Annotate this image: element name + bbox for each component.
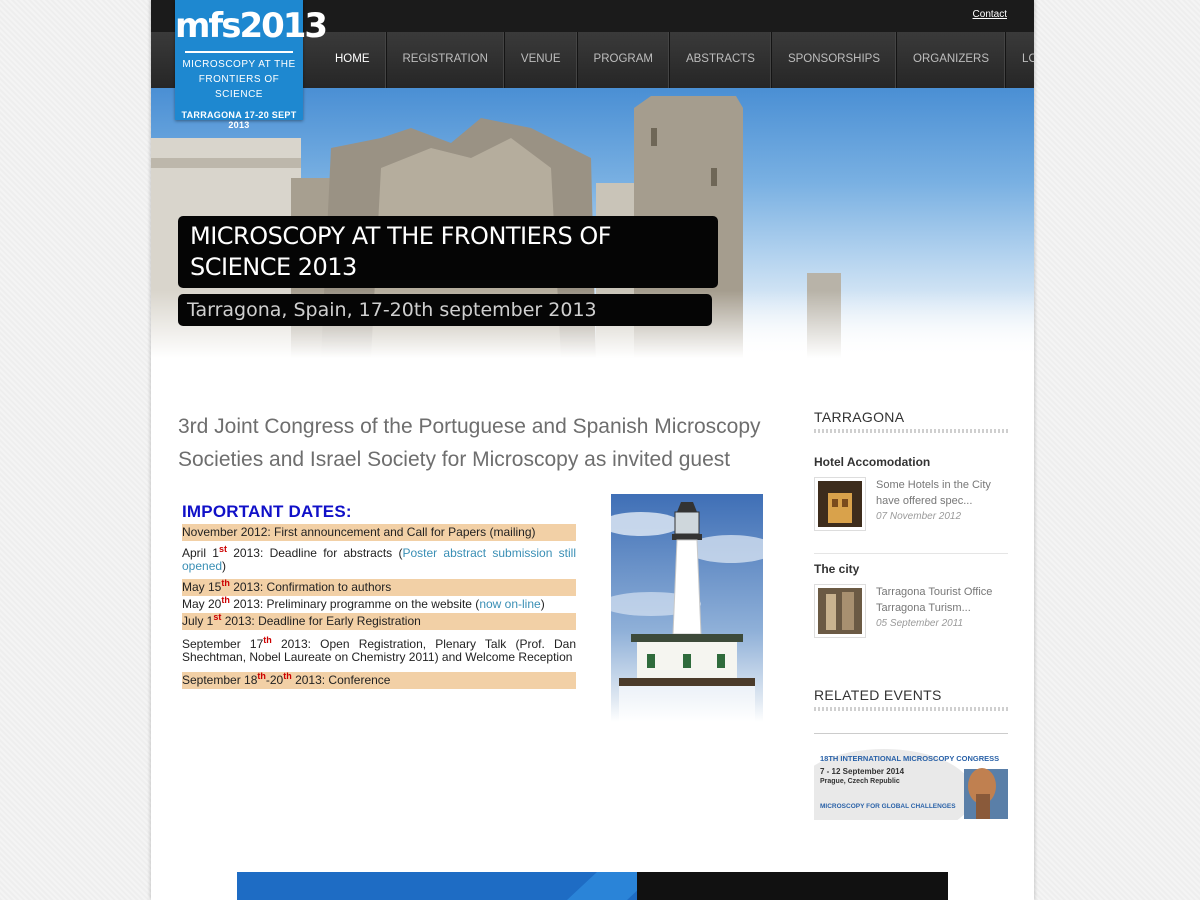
post-thumbnail[interactable] — [814, 477, 866, 531]
post-excerpt: Tarragona Tourist Office Tarragona Turis… — [876, 586, 993, 614]
date-text: May 20 — [182, 597, 222, 611]
intro-heading: 3rd Joint Congress of the Portuguese and… — [178, 415, 761, 471]
date-item: May 20th 2013: Preliminary programme on … — [182, 596, 576, 613]
banner-line3: Prague, Czech Republic — [820, 778, 900, 785]
nav-program[interactable]: PROGRAM — [578, 32, 670, 88]
nav-organizers[interactable]: ORGANIZERS — [897, 32, 1007, 88]
nav-registration[interactable]: REGISTRATION — [387, 32, 505, 88]
date-ordinal: th — [221, 578, 230, 588]
hero-subtitle: Tarragona, Spain, 17-20th september 2013 — [178, 294, 712, 326]
banner-line4: MICROSCOPY FOR GLOBAL CHALLENGES — [820, 803, 956, 810]
logo-date: TARRAGONA 17-20 SEPT 2013 — [181, 110, 297, 130]
dates-heading: IMPORTANT DATES: — [182, 502, 352, 521]
date-text: September 17 — [182, 637, 264, 651]
date-text: July 1 — [182, 614, 214, 628]
date-text: 2013: Deadline for Early Registration — [221, 614, 421, 628]
date-text: September 18 — [182, 673, 258, 687]
post-date: 07 November 2012 — [876, 511, 962, 522]
post-body: Tarragona Tourist Office Tarragona Turis… — [814, 584, 1008, 638]
main-nav: HOME REGISTRATION VENUE PROGRAM ABSTRACT… — [319, 32, 1034, 88]
date-text: ) — [540, 597, 545, 611]
nav-abstracts[interactable]: ABSTRACTS — [670, 32, 772, 88]
nav-venue[interactable]: VENUE — [505, 32, 578, 88]
nav-sponsorships[interactable]: SPONSORSHIPS — [772, 32, 897, 88]
date-text: April 1 — [182, 546, 219, 560]
date-text: ) — [222, 559, 227, 573]
date-item: September 18th-20th 2013: Conference — [182, 672, 576, 689]
date-item: July 1st 2013: Deadline for Early Regist… — [182, 613, 576, 630]
date-item: November 2012: First announcement and Ca… — [182, 524, 576, 541]
logo-subtitle-1: MICROSCOPY AT THE — [182, 59, 296, 70]
site-logo[interactable]: mfs2013 MICROSCOPY AT THE FRONTIERS OF S… — [175, 0, 328, 130]
sidebar-heading-tarragona: TARRAGONA — [814, 409, 1008, 438]
page: Contact mfs2013 MICROSCOPY AT THE FRONTI… — [151, 0, 1034, 900]
post-title[interactable]: Hotel Accomodation — [814, 455, 1008, 469]
date-text: 2013: Confirmation to authors — [229, 580, 392, 594]
date-item: April 1st 2013: Deadline for abstracts (… — [182, 545, 576, 575]
nav-home[interactable]: HOME — [319, 32, 387, 88]
date-item: September 17th 2013: Open Registration, … — [182, 636, 576, 666]
post-body: Some Hotels in the City have offered spe… — [814, 477, 1008, 531]
divider — [814, 553, 1008, 554]
date-text: May 15 — [182, 580, 222, 594]
sidebar-post: Hotel Accomodation Some Hotels in the Ci… — [814, 455, 1008, 554]
important-dates: IMPORTANT DATES: November 2012: First an… — [182, 502, 576, 689]
date-ordinal: st — [218, 544, 227, 554]
logo-subtitle-2: FRONTIERS OF SCIENCE — [198, 74, 280, 100]
banner-line1: 18TH INTERNATIONAL MICROSCOPY CONGRESS — [820, 754, 1000, 763]
post-title[interactable]: The city — [814, 562, 1008, 576]
nav-login[interactable]: LOGIN — [1006, 32, 1034, 88]
logo-title: mfs2013 — [175, 6, 328, 46]
post-thumbnail[interactable] — [814, 584, 866, 638]
footer-banner-image — [237, 872, 948, 900]
date-ordinal: th — [257, 671, 266, 681]
footer-banner[interactable] — [237, 872, 948, 900]
date-text: November 2012: First announcement and Ca… — [182, 525, 536, 539]
lighthouse-image — [611, 494, 763, 722]
date-ordinal: th — [221, 595, 230, 605]
date-text: 2013: Preliminary programme on the websi… — [229, 597, 480, 611]
date-text: 2013: Deadline for abstracts ( — [226, 546, 403, 560]
sidebar-heading-related-events: RELATED EVENTS — [814, 687, 1008, 716]
contact-link[interactable]: Contact — [973, 9, 1007, 20]
date-item: May 15th 2013: Confirmation to authors — [182, 579, 576, 596]
related-event-banner[interactable]: 18TH INTERNATIONAL MICROSCOPY CONGRESS 7… — [814, 733, 1008, 820]
post-date: 05 September 2011 — [876, 618, 964, 629]
date-ordinal: th — [283, 671, 292, 681]
hero-title: MICROSCOPY AT THE FRONTIERS OF SCIENCE 2… — [178, 216, 718, 288]
programme-online-link[interactable]: now on-line — [479, 597, 540, 611]
date-ordinal: th — [263, 635, 272, 645]
sidebar-post: The city Tarragona Tourist Office Tarrag… — [814, 562, 1008, 638]
date-text: -20 — [265, 673, 284, 687]
post-excerpt: Some Hotels in the City have offered spe… — [876, 479, 991, 507]
date-text: 2013: Conference — [291, 673, 391, 687]
banner-line2: 7 - 12 September 2014 — [820, 767, 905, 776]
logo-rule — [185, 51, 293, 53]
